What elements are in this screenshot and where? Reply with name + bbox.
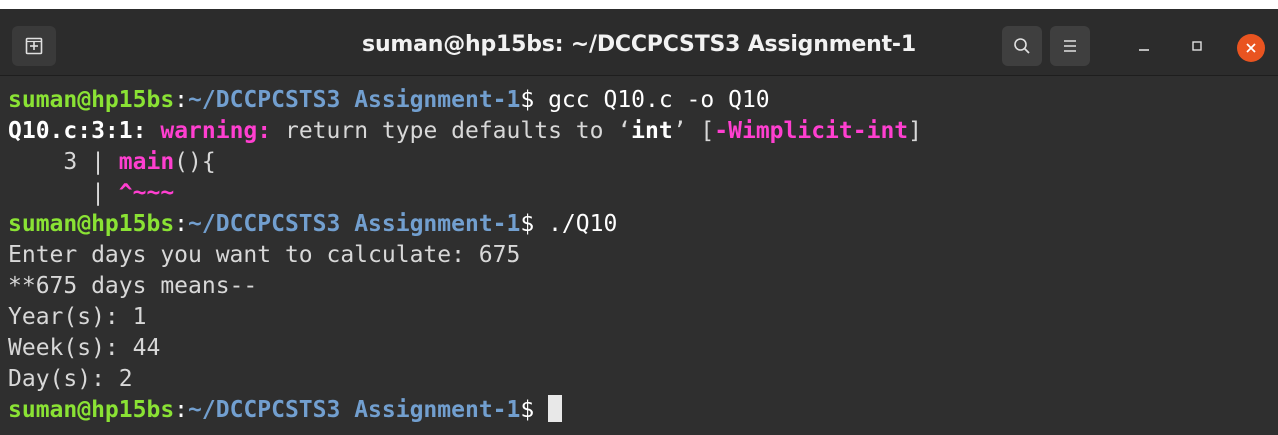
terminal-line-1: suman@hp15bs:~/DCCPCSTS3 Assignment-1$ g… bbox=[8, 85, 770, 116]
warning-label: warning: bbox=[160, 118, 272, 144]
prompt-user-host: suman@hp15bs bbox=[8, 211, 175, 237]
prompt-path: ~/DCCPCSTS3 Assignment-1 bbox=[188, 211, 521, 237]
bracket-open: [ bbox=[686, 118, 715, 144]
prompt-symbol: $ bbox=[520, 87, 535, 113]
terminal-line-5: suman@hp15bs:~/DCCPCSTS3 Assignment-1$ .… bbox=[8, 209, 617, 240]
prompt-symbol: $ bbox=[520, 211, 535, 237]
source-function: main bbox=[118, 149, 175, 175]
terminal-window: suman@hp15bs: ~/DCCPCSTS3 Assignment-1 s… bbox=[0, 9, 1278, 435]
terminal-line-4: | ^~~~ bbox=[8, 178, 174, 209]
menu-button[interactable] bbox=[1050, 26, 1090, 66]
command-text: ./Q10 bbox=[534, 211, 618, 237]
prompt-path: ~/DCCPCSTS3 Assignment-1 bbox=[188, 397, 521, 423]
prompt-colon: : bbox=[174, 211, 189, 237]
bracket-close: ] bbox=[908, 118, 923, 144]
close-icon bbox=[1246, 43, 1256, 53]
new-tab-icon bbox=[25, 37, 43, 55]
command-text: gcc Q10.c -o Q10 bbox=[534, 87, 770, 113]
terminal-line-9: Week(s): 44 bbox=[8, 335, 161, 361]
minimize-button[interactable] bbox=[1129, 31, 1159, 61]
text-cursor bbox=[548, 395, 563, 422]
close-button[interactable] bbox=[1237, 34, 1265, 62]
quote-close: ’ bbox=[672, 118, 687, 144]
maximize-icon bbox=[1192, 41, 1202, 51]
marker-gutter: | bbox=[8, 180, 119, 206]
new-tab-button[interactable] bbox=[12, 26, 56, 66]
warning-flag: -Wimplicit-int bbox=[714, 118, 909, 144]
terminal-output[interactable]: suman@hp15bs:~/DCCPCSTS3 Assignment-1$ g… bbox=[0, 76, 1278, 435]
search-button[interactable] bbox=[1002, 26, 1042, 66]
hamburger-menu-icon bbox=[1064, 40, 1076, 52]
terminal-line-8: Year(s): 1 bbox=[8, 304, 147, 330]
terminal-line-6: Enter days you want to calculate: 675 bbox=[8, 242, 521, 268]
minimize-icon bbox=[1139, 49, 1149, 51]
terminal-line-3: 3 | main(){ bbox=[8, 147, 216, 178]
terminal-line-11: suman@hp15bs:~/DCCPCSTS3 Assignment-1$ bbox=[8, 395, 563, 426]
maximize-button[interactable] bbox=[1182, 31, 1212, 61]
caret-marker: ^~~~ bbox=[118, 180, 175, 206]
prompt-colon: : bbox=[174, 87, 189, 113]
title-bar[interactable]: suman@hp15bs: ~/DCCPCSTS3 Assignment-1 bbox=[0, 9, 1278, 76]
prompt-symbol: $ bbox=[520, 397, 535, 423]
terminal-line-2: Q10.c:3:1: warning: return type defaults… bbox=[8, 116, 922, 147]
terminal-line-10: Day(s): 2 bbox=[8, 366, 133, 392]
quote-open: ‘ bbox=[617, 118, 632, 144]
prompt-colon: : bbox=[174, 397, 189, 423]
warning-message: return type defaults to bbox=[271, 118, 618, 144]
prompt-user-host: suman@hp15bs bbox=[8, 397, 175, 423]
command-text bbox=[534, 397, 548, 423]
prompt-user-host: suman@hp15bs bbox=[8, 87, 175, 113]
source-gutter: 3 | bbox=[8, 149, 119, 175]
terminal-line-7: **675 days means-- bbox=[8, 273, 258, 299]
prompt-path: ~/DCCPCSTS3 Assignment-1 bbox=[188, 87, 521, 113]
warning-location: Q10.c:3:1: bbox=[8, 118, 147, 144]
search-icon bbox=[1014, 38, 1030, 54]
warning-type: int bbox=[631, 118, 673, 144]
source-rest: (){ bbox=[174, 149, 216, 175]
